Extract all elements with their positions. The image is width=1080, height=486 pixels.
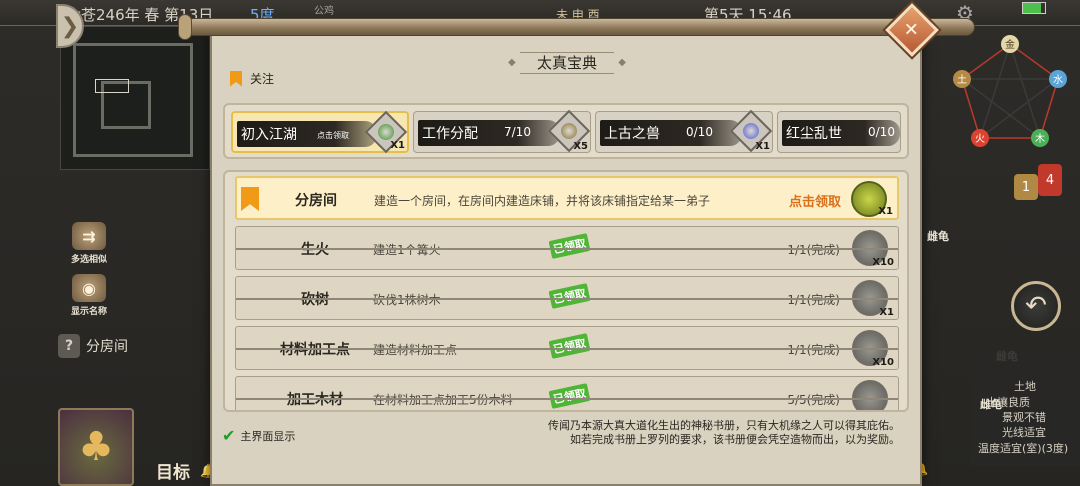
tab-chapter-3[interactable]: 上古之兽 0/10 X1 [595, 109, 773, 153]
info-line: 土地 [1014, 380, 1036, 393]
strike-line [236, 398, 898, 400]
earth-label: 土 [957, 73, 967, 86]
info-line: 温度适宜(室)(3度) [978, 442, 1069, 455]
minimap[interactable] [60, 26, 210, 170]
task-row[interactable]: 砍树 砍伐1株树木 已领取 1/1(完成) X1 [235, 276, 899, 320]
strike-line [236, 298, 898, 300]
question-icon: ? [58, 334, 80, 358]
claimed-stamp: 已领取 [548, 283, 591, 309]
tab-hint: 点击领取 [317, 131, 349, 140]
task-row[interactable]: 加工木材 在材料加工点加工5份木料 已领取 5/5(完成) [235, 376, 899, 410]
goal-button[interactable]: 目标 [156, 458, 190, 483]
five-elements-diagram[interactable]: 金 水 木 火 土 [940, 32, 1080, 157]
water-label: 水 [1053, 74, 1063, 86]
claimed-stamp: 已领取 [548, 233, 591, 259]
message-bubble-yellow[interactable]: 1 [1014, 174, 1038, 200]
task-row[interactable]: 分房间 建造一个房间，在房间内建造床铺，并将该床铺指定给某一弟子 点击领取 X1 [235, 176, 899, 220]
scroll-icon [561, 123, 577, 139]
claim-link[interactable]: 点击领取 [789, 191, 841, 210]
show-names-label: 显示名称 [70, 307, 107, 317]
goal-label: 目标 [156, 463, 190, 483]
claimed-stamp: 已领取 [548, 333, 591, 359]
bookmark-icon [230, 70, 242, 87]
multi-select-icon: ⇉ [72, 222, 106, 250]
fire-label: 火 [975, 133, 985, 145]
undo-icon[interactable]: ↶ [1011, 281, 1061, 331]
modal-title: 太真宝典 [508, 52, 626, 74]
tab-chapter-2[interactable]: 工作分配 7/10 X5 [413, 109, 591, 153]
help-room-item[interactable]: ? 分房间 [58, 334, 128, 358]
follow-label: 关注 [250, 72, 275, 86]
tab-name: 红尘乱世 [786, 126, 842, 142]
main-screen-toggle[interactable]: ✔ 主界面显示 [222, 426, 295, 445]
task-desc: 建造一个房间，在房间内建造床铺，并将该床铺指定给某一弟子 [374, 194, 711, 208]
tab-progress: 7/10 [504, 125, 531, 139]
tab-progress: 0/10 [686, 125, 713, 139]
tab-reward-qty: X1 [755, 141, 770, 152]
tab-reward-qty: X5 [573, 141, 588, 152]
minimap-viewport [95, 79, 129, 93]
task-list[interactable]: 分房间 建造一个房间，在房间内建造床铺，并将该床铺指定给某一弟子 点击领取 X1… [223, 170, 909, 412]
info-line: 景观不错 [1002, 411, 1046, 424]
help-room-label: 分房间 [86, 339, 128, 355]
task-name: 分房间 [295, 193, 337, 209]
multi-select-label: 多选相似 [70, 255, 107, 265]
weather-label: 公鸡 [314, 6, 334, 17]
close-icon: ✕ [904, 19, 920, 41]
gourd-icon[interactable]: ♣ [58, 408, 134, 486]
tab-chapter-1[interactable]: 初入江湖 点击领取 X1 [231, 110, 409, 154]
eye-icon: ◉ [72, 274, 106, 302]
task-reward-qty: X10 [872, 257, 894, 268]
wood-label: 木 [1035, 133, 1045, 145]
multi-select-button[interactable]: ⇉ 多选相似 [64, 222, 114, 265]
checkmark-icon: ✔ [222, 426, 236, 445]
potion-icon [378, 124, 394, 140]
tab-reward-qty: X1 [390, 140, 405, 151]
intro-line: 如若完成书册上罗列的要求，该书册便会凭空造物而出，以为奖励。 [570, 433, 900, 446]
task-row[interactable]: 材料加工点 建造材料加工点 已领取 1/1(完成) X10 [235, 326, 899, 370]
beast-orb-icon [743, 123, 759, 139]
follow-toggle[interactable]: 关注 [230, 70, 274, 87]
scroll-rod [185, 18, 975, 36]
metal-label: 金 [1005, 38, 1015, 51]
task-reward-qty: X1 [878, 206, 893, 217]
show-names-button[interactable]: ◉ 显示名称 [64, 274, 114, 317]
claimed-stamp: 已领取 [548, 383, 591, 409]
tab-chapter-4[interactable]: 红尘乱世 0/10 [777, 111, 901, 153]
intro-line: 传闻乃本源大真大道化生出的神秘书册，只有大机缘之人可以得其庇佑。 [548, 419, 900, 432]
tab-progress: 0/10 [868, 125, 895, 139]
handbook-intro: 传闻乃本源大真大道化生出的神秘书册，只有大机缘之人可以得其庇佑。 如若完成书册上… [548, 419, 900, 447]
animal-label: 雌龟 [980, 398, 1002, 411]
task-row[interactable]: 生火 建造1个篝火 已领取 1/1(完成) X10 [235, 226, 899, 270]
message-bubble-red[interactable]: 4 [1038, 164, 1062, 196]
strike-line [236, 248, 898, 250]
scroll-rod-cap [178, 14, 192, 40]
generating-ring [961, 43, 1059, 139]
info-line: 光线适宜 [1002, 426, 1046, 439]
tab-name: 初入江湖 [241, 127, 297, 143]
animal-label: 雌龟 [927, 230, 949, 243]
battery-icon [1022, 2, 1046, 14]
log-reward-icon [852, 380, 888, 410]
task-reward-qty: X10 [872, 357, 894, 368]
task-reward-qty: X1 [879, 307, 894, 318]
tab-name: 上古之兽 [604, 126, 660, 142]
main-screen-label: 主界面显示 [240, 429, 296, 443]
strike-line [236, 348, 898, 350]
tab-name: 工作分配 [422, 126, 478, 142]
